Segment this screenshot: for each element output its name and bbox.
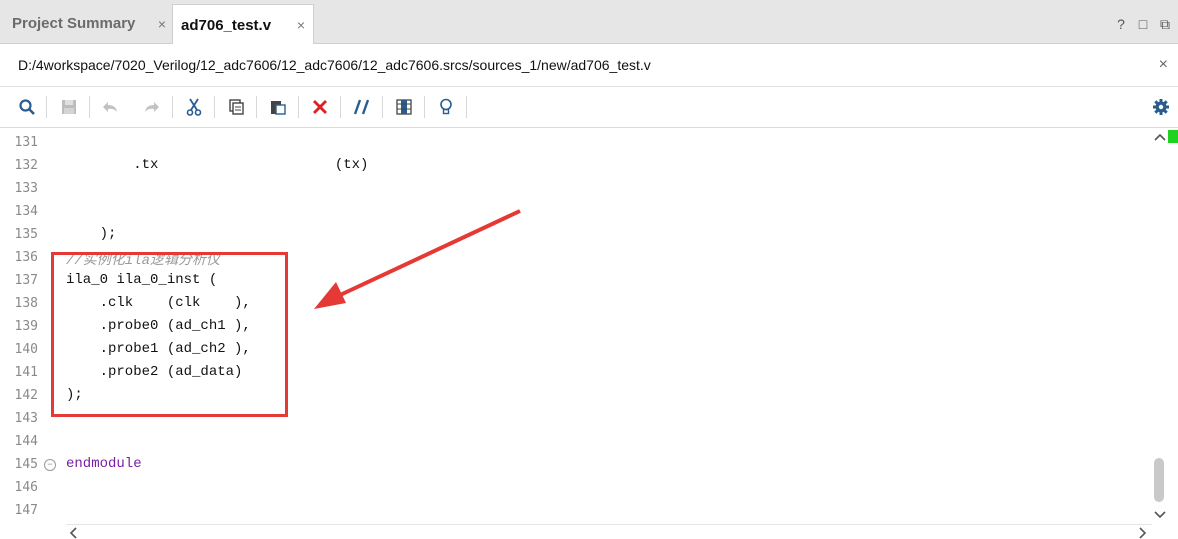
toolbar-separator: [466, 96, 467, 118]
line-number: 137: [14, 273, 38, 288]
toolbar-separator: [214, 96, 215, 118]
window-controls: ? □ ⧉: [1114, 16, 1172, 33]
line-number: 132: [14, 158, 38, 173]
line-number: 131: [14, 135, 38, 150]
toolbar-separator: [340, 96, 341, 118]
tab-label: Project Summary: [12, 14, 136, 32]
scroll-left-icon: [69, 527, 77, 539]
cut-icon[interactable]: [182, 95, 206, 119]
code-line: .tx (tx): [66, 157, 369, 173]
toolbar-separator: [382, 96, 383, 118]
column-select-icon[interactable]: [392, 95, 416, 119]
copy-icon[interactable]: [224, 95, 248, 119]
toolbar-separator: [298, 96, 299, 118]
line-number: 143: [14, 411, 38, 426]
tab-ad706-test-v[interactable]: ad706_test.v ×: [172, 4, 314, 45]
file-path: D:/4workspace/7020_Verilog/12_adc7606/12…: [18, 57, 651, 73]
line-number: 139: [14, 319, 38, 334]
close-file-icon[interactable]: ×: [1159, 56, 1168, 74]
float-window-icon[interactable]: ⧉: [1158, 16, 1172, 33]
save-icon[interactable]: [57, 95, 81, 119]
overview-marker: [1168, 130, 1178, 143]
line-number: 134: [14, 204, 38, 219]
file-path-bar: D:/4workspace/7020_Verilog/12_adc7606/12…: [0, 44, 1178, 87]
scroll-up-icon: [1154, 133, 1166, 141]
code-line: );: [66, 226, 117, 242]
line-number-gutter: 131 132 133 134 135 136 137 138 139 140 …: [0, 128, 46, 524]
line-number: 138: [14, 296, 38, 311]
editor-toolbar: [0, 87, 1178, 128]
vertical-scrollbar[interactable]: [1152, 130, 1170, 524]
fold-toggle-icon[interactable]: −: [44, 459, 56, 471]
toolbar-separator: [172, 96, 173, 118]
lightbulb-icon[interactable]: [434, 95, 458, 119]
line-number: 146: [14, 480, 38, 495]
tab-close-icon[interactable]: ×: [297, 17, 305, 33]
maximize-icon[interactable]: □: [1136, 16, 1150, 33]
horizontal-scrollbar[interactable]: [66, 524, 1152, 539]
line-number: 144: [14, 434, 38, 449]
line-number: 142: [14, 388, 38, 403]
help-icon[interactable]: ?: [1114, 16, 1128, 33]
tab-close-icon[interactable]: ×: [158, 16, 166, 32]
line-number: 135: [14, 227, 38, 242]
paste-icon[interactable]: [266, 95, 290, 119]
line-number: 140: [14, 342, 38, 357]
line-number: 145: [14, 457, 38, 472]
scroll-down-icon: [1154, 511, 1166, 519]
search-icon[interactable]: [15, 95, 39, 119]
comment-toggle-icon[interactable]: [350, 95, 374, 119]
line-number: 147: [14, 503, 38, 518]
scroll-thumb[interactable]: [1154, 458, 1164, 502]
undo-icon[interactable]: [98, 95, 122, 119]
scroll-right-icon: [1139, 527, 1147, 539]
editor-tab-bar: Project Summary × ad706_test.v × ? □ ⧉: [0, 0, 1178, 45]
line-number: 141: [14, 365, 38, 380]
toolbar-separator: [424, 96, 425, 118]
line-number: 136: [14, 250, 38, 265]
tab-label: ad706_test.v: [181, 16, 272, 34]
toolbar-separator: [46, 96, 47, 118]
delete-icon[interactable]: [308, 95, 332, 119]
settings-gear-icon[interactable]: [1149, 95, 1173, 119]
toolbar-separator: [256, 96, 257, 118]
annotation-highlight-box: [51, 252, 288, 417]
line-number: 133: [14, 181, 38, 196]
redo-icon[interactable]: [140, 95, 164, 119]
tab-project-summary[interactable]: Project Summary ×: [4, 4, 174, 42]
code-keyword: endmodule: [66, 456, 142, 472]
toolbar-separator: [89, 96, 90, 118]
